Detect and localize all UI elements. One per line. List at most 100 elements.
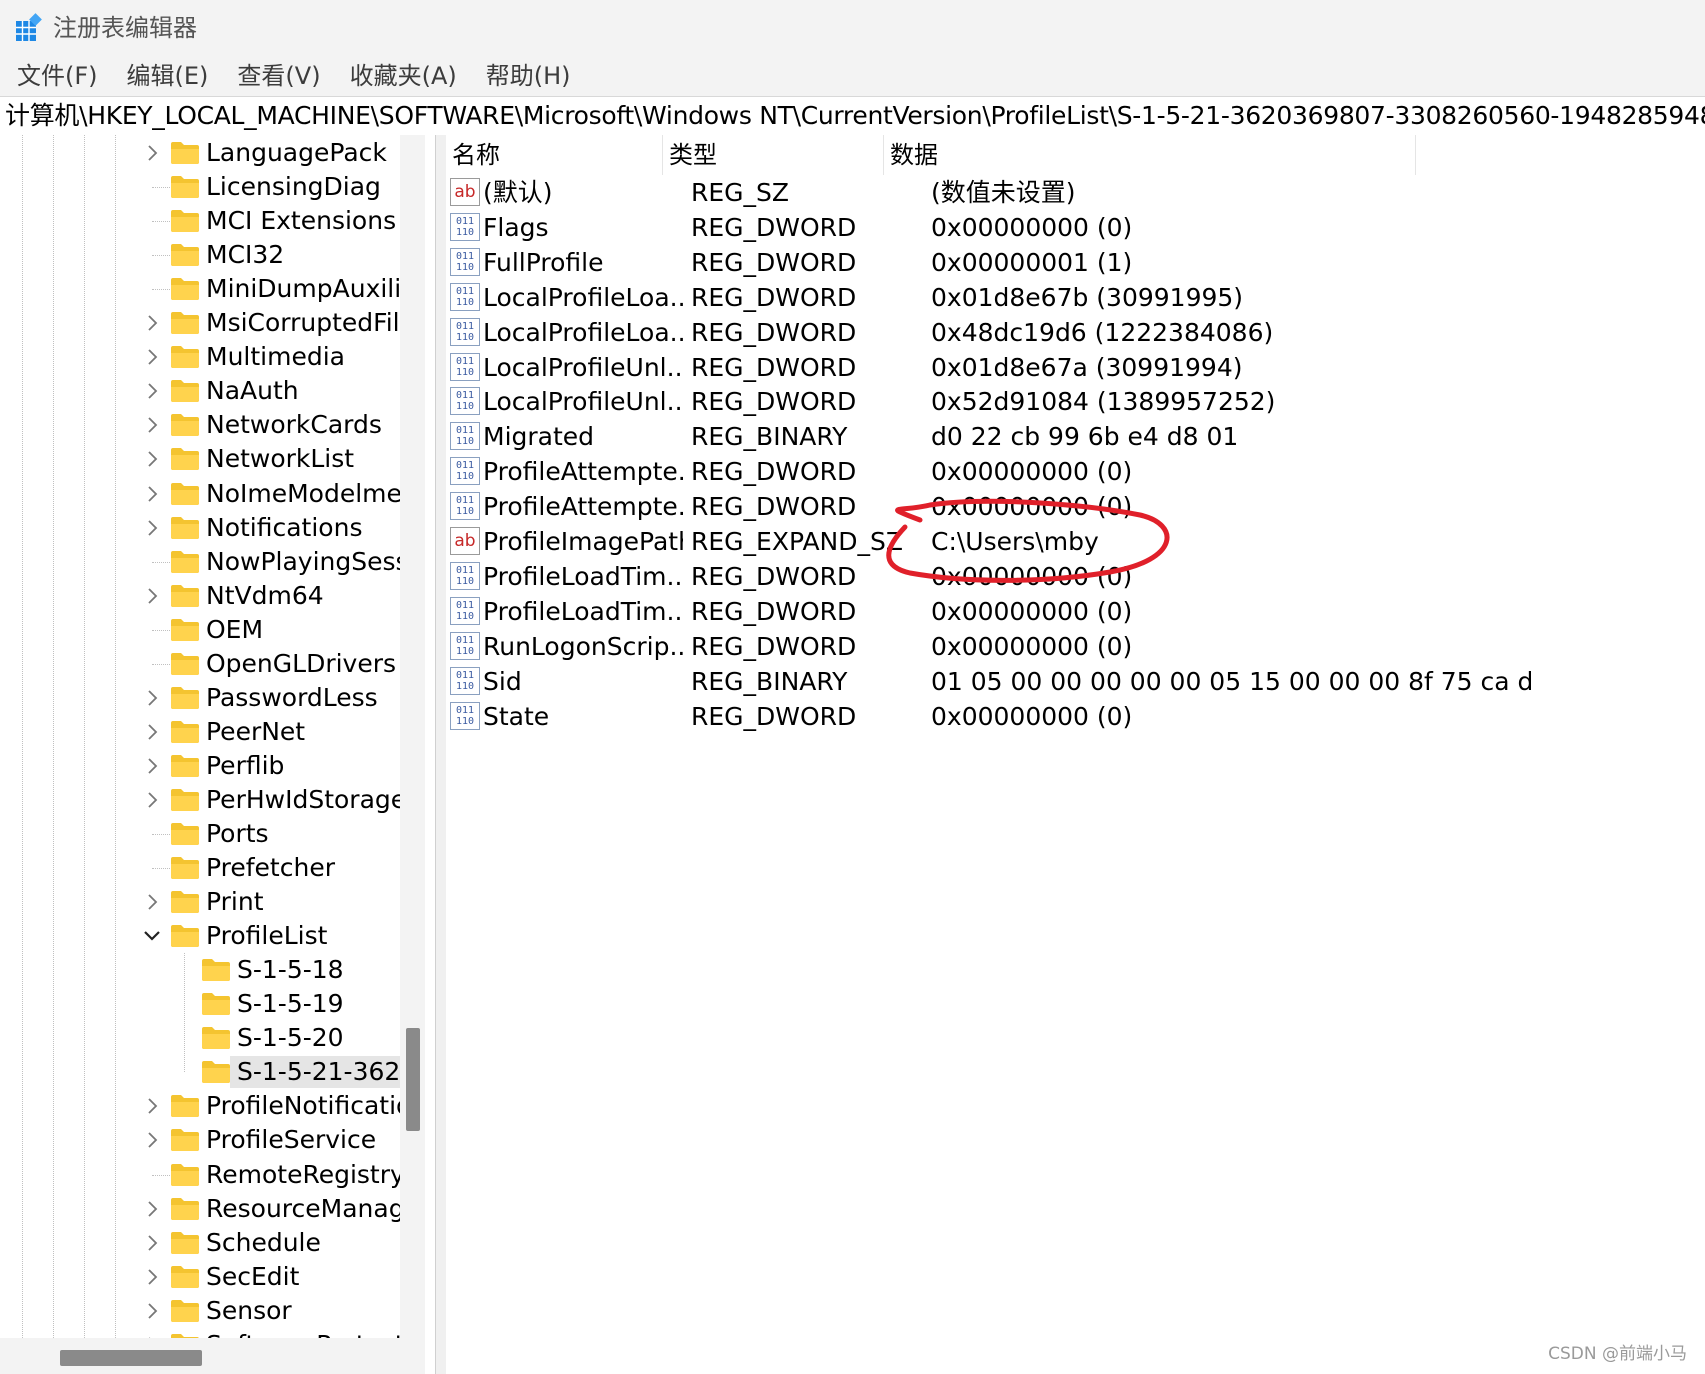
watermark: CSDN @前端小马 <box>1548 1344 1687 1364</box>
tree-item[interactable]: OEM <box>0 613 400 647</box>
chevron-right-icon[interactable] <box>142 1233 162 1253</box>
tree-item[interactable]: NetworkCards <box>0 408 400 442</box>
tree-item[interactable]: RemoteRegistry <box>0 1158 400 1192</box>
tree-item-label: ResourceManage <box>206 1193 400 1223</box>
folder-icon <box>170 822 200 846</box>
value-row[interactable]: 011 110 LocalProfileUnl... REG_DWORD 0x01d8… <box>446 350 1705 385</box>
chevron-right-icon[interactable] <box>142 892 162 912</box>
tree-item-label: RemoteRegistry <box>206 1159 400 1189</box>
tree-item[interactable]: S-1-5-20 <box>0 1021 400 1055</box>
tree-vertical-scroll-thumb[interactable] <box>406 1028 420 1131</box>
chevron-right-icon[interactable] <box>142 518 162 538</box>
tree-item[interactable]: ResourceManage <box>0 1192 400 1226</box>
tree-item[interactable]: Perflib <box>0 749 400 783</box>
tree-item[interactable]: MsiCorruptedFile <box>0 306 400 340</box>
chevron-right-icon[interactable] <box>142 722 162 742</box>
menu-edit[interactable]: 编辑(E) <box>127 56 209 96</box>
tree-item[interactable]: LicensingDiag <box>0 170 400 204</box>
tree-item[interactable]: SecEdit <box>0 1260 400 1294</box>
value-row[interactable]: 011 110 ProfileLoadTim... REG_DWORD 0x00000… <box>446 594 1705 629</box>
chevron-right-icon[interactable] <box>142 756 162 776</box>
tree-horizontal-scroll-thumb[interactable] <box>60 1350 202 1366</box>
tree-item-label: Perflib <box>206 750 285 780</box>
chevron-right-icon[interactable] <box>142 1267 162 1287</box>
value-row[interactable]: 011 110 ProfileLoadTim... REG_DWORD 0x00000… <box>446 559 1705 594</box>
tree-item[interactable]: Multimedia <box>0 340 400 374</box>
chevron-right-icon[interactable] <box>142 347 162 367</box>
tree-item[interactable]: Sensor <box>0 1294 400 1328</box>
tree-horizontal-scrollbar[interactable] <box>0 1338 400 1374</box>
tree-item[interactable]: ProfileService <box>0 1123 400 1157</box>
tree-item[interactable]: NetworkList <box>0 442 400 476</box>
window-title: 注册表编辑器 <box>53 14 197 42</box>
value-row[interactable]: 011 110 LocalProfileUnl... REG_DWORD 0x52d9… <box>446 384 1705 419</box>
tree-item[interactable]: LanguagePack <box>0 136 400 170</box>
value-row[interactable]: 011 110 RunLogonScrip... REG_DWORD 0x000000… <box>446 629 1705 664</box>
tree-item[interactable]: ProfileList <box>0 919 400 953</box>
tree-item[interactable]: MCI32 <box>0 238 400 272</box>
tree-item[interactable]: Ports <box>0 817 400 851</box>
tree-item[interactable]: MCI Extensions <box>0 204 400 238</box>
tree-item[interactable]: NoImeModelmes <box>0 477 400 511</box>
chevron-right-icon[interactable] <box>142 688 162 708</box>
tree-item[interactable]: PasswordLess <box>0 681 400 715</box>
value-type: REG_BINARY <box>691 422 848 452</box>
tree-item[interactable]: ProfileNotificatio <box>0 1089 400 1123</box>
menu-file[interactable]: 文件(F) <box>17 56 98 96</box>
tree-item[interactable]: OpenGLDrivers <box>0 647 400 681</box>
menu-view[interactable]: 查看(V) <box>237 56 320 96</box>
value-row[interactable]: 011 110 ProfileAttempte... REG_DWORD 0x0000… <box>446 454 1705 489</box>
chevron-right-icon[interactable] <box>142 790 162 810</box>
value-row[interactable]: 011 110 LocalProfileLoa... REG_DWORD 0x01d8… <box>446 280 1705 315</box>
folder-icon <box>170 720 200 744</box>
tree-item-label: SecEdit <box>206 1261 300 1291</box>
tree-item[interactable]: S-1-5-21-3620 <box>0 1055 400 1089</box>
chevron-right-icon[interactable] <box>142 1199 162 1219</box>
menu-help[interactable]: 帮助(H) <box>486 56 571 96</box>
tree-item[interactable]: NtVdm64 <box>0 579 400 613</box>
chevron-right-icon[interactable] <box>142 143 162 163</box>
tree-item[interactable]: PeerNet <box>0 715 400 749</box>
address-path[interactable]: 计算机\HKEY_LOCAL_MACHINE\SOFTWARE\Microsof… <box>5 99 1705 133</box>
menu-favorites[interactable]: 收藏夹(A) <box>350 56 457 96</box>
value-row[interactable]: 011 110 Migrated REG_BINARY d0 22 cb 99 6b … <box>446 419 1705 454</box>
tree-item[interactable]: Prefetcher <box>0 851 400 885</box>
chevron-right-icon[interactable] <box>142 1301 162 1321</box>
folder-icon <box>170 1299 200 1323</box>
column-header-data[interactable]: 数据 <box>884 135 1416 175</box>
chevron-right-icon[interactable] <box>142 381 162 401</box>
chevron-right-icon[interactable] <box>142 415 162 435</box>
tree-item[interactable]: NowPlayingSessi <box>0 545 400 579</box>
value-row[interactable]: 011 110 State REG_DWORD 0x00000000 (0) <box>446 699 1705 734</box>
column-header-type[interactable]: 类型 <box>663 135 884 175</box>
address-bar[interactable]: 计算机\HKEY_LOCAL_MACHINE\SOFTWARE\Microsof… <box>0 96 1705 137</box>
tree-item[interactable]: Notifications <box>0 511 400 545</box>
column-header-name[interactable]: 名称 <box>446 135 663 175</box>
value-row[interactable]: 011 110 LocalProfileLoa... REG_DWORD 0x48dc… <box>446 315 1705 350</box>
tree-item-label: NtVdm64 <box>206 580 324 610</box>
chevron-right-icon[interactable] <box>142 449 162 469</box>
value-row[interactable]: 011 110 Sid REG_BINARY 01 05 00 00 00 00 00… <box>446 664 1705 699</box>
chevron-down-icon[interactable] <box>142 926 162 946</box>
chevron-right-icon[interactable] <box>142 586 162 606</box>
value-row[interactable]: 011 110 Flags REG_DWORD 0x00000000 (0) <box>446 210 1705 245</box>
tree-item[interactable]: Schedule <box>0 1226 400 1260</box>
tree-item[interactable]: PerHwIdStorage <box>0 783 400 817</box>
chevron-right-icon[interactable] <box>142 1096 162 1116</box>
tree-item[interactable]: S-1-5-19 <box>0 987 400 1021</box>
chevron-right-icon[interactable] <box>142 1130 162 1150</box>
tree-connector <box>152 289 170 291</box>
value-name: Sid <box>483 666 522 696</box>
tree-item[interactable]: Print <box>0 885 400 919</box>
value-row[interactable]: 011 110 ProfileAttempte... REG_DWORD 0x0000… <box>446 489 1705 524</box>
chevron-right-icon[interactable] <box>142 484 162 504</box>
value-row[interactable]: ab ProfileImagePath REG_EXPAND_SZ C:\Users\… <box>446 524 1705 559</box>
tree-vertical-scrollbar[interactable] <box>400 135 425 1374</box>
value-row[interactable]: ab (默认) REG_SZ (数值未设置) <box>446 175 1705 210</box>
tree-item[interactable]: MiniDumpAuxilia <box>0 272 400 306</box>
tree-item[interactable]: NaAuth <box>0 374 400 408</box>
value-data: 0x00000000 (0) <box>931 457 1133 487</box>
tree-item[interactable]: S-1-5-18 <box>0 953 400 987</box>
value-row[interactable]: 011 110 FullProfile REG_DWORD 0x00000001 (1… <box>446 245 1705 280</box>
chevron-right-icon[interactable] <box>142 313 162 333</box>
